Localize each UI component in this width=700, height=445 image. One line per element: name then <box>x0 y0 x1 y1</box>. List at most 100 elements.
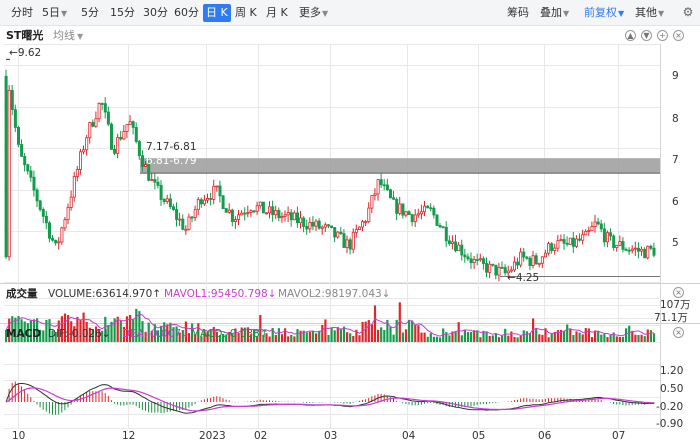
volume-bar <box>308 331 311 342</box>
candle-body <box>314 220 318 227</box>
x-label-12: 12 <box>122 430 136 442</box>
candle-body <box>171 206 175 210</box>
candle-body <box>274 210 278 216</box>
volume-bar <box>296 329 299 342</box>
candle-body <box>165 198 169 202</box>
volume-bar <box>463 329 466 342</box>
candle-body <box>202 199 206 205</box>
candle-body <box>513 261 517 271</box>
candle-body <box>175 209 179 220</box>
arrow-left-icon: ← <box>507 272 516 284</box>
candle-body <box>97 103 101 120</box>
candle-body <box>432 207 436 216</box>
candle-body <box>475 259 479 261</box>
candle-body <box>240 212 244 216</box>
volume-bar <box>528 333 532 342</box>
candle-body <box>308 222 312 230</box>
candle-body <box>103 103 107 113</box>
candle-body <box>618 241 622 246</box>
candle-body <box>522 251 526 258</box>
low-price-label: ←4.25 <box>507 272 539 284</box>
candle-body <box>547 243 551 254</box>
volume-bar <box>293 336 296 342</box>
candle-body <box>643 248 647 259</box>
high-price-value: 9.62 <box>17 47 42 59</box>
volume-bar <box>352 335 355 342</box>
candle-body <box>646 245 650 259</box>
volume-bar <box>330 327 333 342</box>
candle-body <box>575 238 579 247</box>
volume-bar <box>476 330 479 342</box>
candle-body <box>48 222 52 239</box>
candle-body <box>537 262 541 265</box>
volume-bar <box>615 336 618 342</box>
candle-body <box>361 221 365 228</box>
candle-body <box>485 263 489 273</box>
candle-body <box>212 185 216 200</box>
candle-body <box>652 247 656 256</box>
candle-body <box>333 227 337 238</box>
candle-body <box>264 212 268 215</box>
volume-bar <box>590 337 594 342</box>
candle-body <box>116 136 120 154</box>
volume-bar <box>377 329 380 342</box>
volume-bar <box>541 334 544 342</box>
candle-body <box>426 205 430 209</box>
x-label-05: 05 <box>472 430 486 442</box>
candle-body <box>227 209 231 213</box>
candle-body <box>249 210 253 213</box>
volume-bar <box>395 319 398 342</box>
candle-body <box>398 203 402 214</box>
volume-bar <box>525 331 528 342</box>
candle-body <box>351 231 355 250</box>
candle-body <box>593 221 597 227</box>
candle-body <box>10 90 14 111</box>
price-zones <box>140 158 660 277</box>
candle-body <box>150 179 154 181</box>
volume-bar <box>634 334 637 342</box>
volume-bar <box>497 337 501 342</box>
volume-bar <box>321 324 324 342</box>
candle-body <box>516 261 520 266</box>
volume-bar <box>414 324 417 342</box>
volume-bar <box>429 333 432 342</box>
candle-body <box>299 217 303 224</box>
volume-bar <box>389 326 392 342</box>
volume-bar <box>346 332 349 342</box>
macd-value: MACD:-0.038↑ <box>191 328 269 340</box>
candle-body <box>544 252 548 258</box>
candle-body <box>277 210 281 219</box>
candle-body <box>60 227 64 243</box>
price-tick-5: 5 <box>672 237 679 249</box>
candle-body <box>649 245 653 249</box>
candle-body <box>450 241 454 244</box>
volume-bar <box>547 337 550 342</box>
volume-bar <box>274 334 277 342</box>
candle-body <box>162 199 166 202</box>
candle-body <box>26 164 30 172</box>
volume-bar <box>367 320 370 342</box>
candle-body <box>79 151 83 170</box>
volume-bar <box>470 331 473 342</box>
candle-body <box>447 240 451 244</box>
candle-body <box>91 122 95 127</box>
volume-bar <box>349 333 352 342</box>
volume-bar <box>621 336 625 342</box>
macd-tick-1.20: 1.20 <box>660 365 684 377</box>
candle-body <box>51 237 55 241</box>
candle-body <box>286 212 290 216</box>
candle-body <box>218 185 222 197</box>
volume-bar <box>404 329 408 342</box>
candle-body <box>193 209 197 218</box>
volume-bar <box>628 325 631 342</box>
volume-bar <box>640 334 643 342</box>
dea-value: DEA:-0.007↓ <box>122 328 190 340</box>
candle-body <box>463 254 467 258</box>
dif-line <box>5 382 654 414</box>
candle-body <box>7 90 11 258</box>
candle-body <box>562 239 566 244</box>
volume-bar <box>454 331 457 342</box>
candle-body <box>590 226 594 231</box>
volume-bar <box>625 328 628 342</box>
candle-body <box>525 256 529 259</box>
